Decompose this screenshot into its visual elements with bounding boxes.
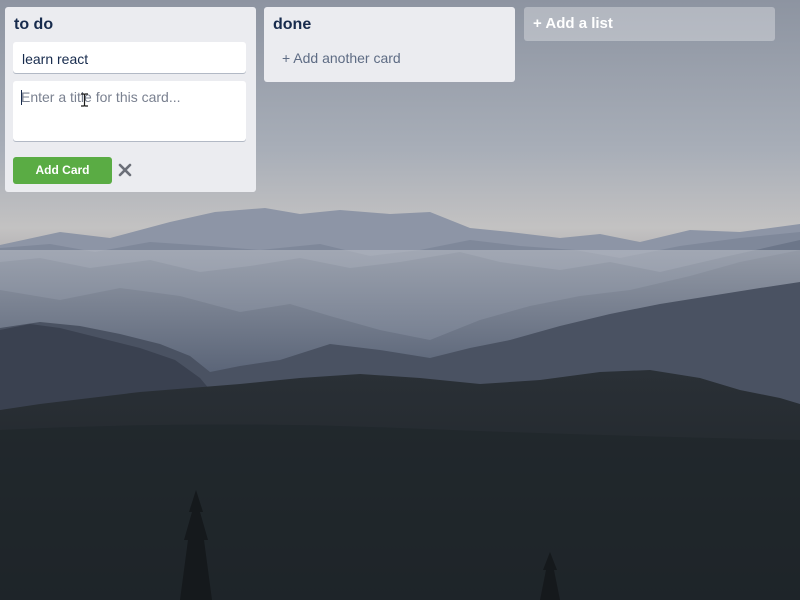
card-item[interactable]: learn react [13,42,246,73]
add-list-button[interactable]: + Add a list [524,7,775,41]
close-icon[interactable] [117,162,133,178]
list-done: done + Add another card [264,7,515,82]
text-caret [21,90,22,105]
card-title-input[interactable] [13,81,246,141]
add-another-card-button[interactable]: + Add another card [282,50,401,66]
add-card-button[interactable]: Add Card [13,157,112,184]
list-title[interactable]: to do [14,16,53,34]
text-cursor-icon [81,93,88,107]
list-to-do: to do learn react Add Card [5,7,256,192]
list-title[interactable]: done [273,16,311,34]
card-composer[interactable] [13,81,246,141]
